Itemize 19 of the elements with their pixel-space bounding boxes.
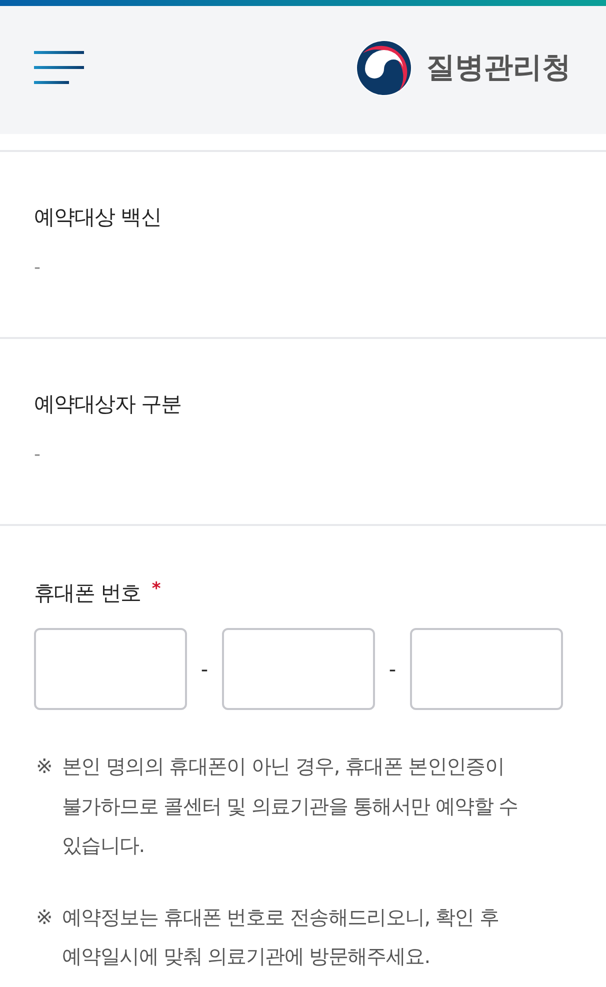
emblem-icon (356, 40, 412, 96)
field-label: 예약대상 백신 (34, 204, 162, 231)
logo-link[interactable]: 질병관리청 (356, 40, 571, 96)
field-label: 휴대폰 번호 (34, 580, 141, 607)
note-text: 예약정보는 휴대폰 번호로 전송해드리오니, 확인 후 예약일시에 맞춰 의료기관에 방문해주세요. (62, 904, 500, 970)
required-mark: * (152, 578, 161, 600)
field-value: - (34, 256, 42, 280)
phone-separator: - (200, 657, 210, 681)
menu-button[interactable] (34, 50, 84, 84)
phone-input-field[interactable] (34, 628, 187, 710)
phone-separator: - (388, 657, 398, 681)
field-label: 예약대상자 구분 (34, 391, 182, 418)
note-mark: ※ (36, 753, 54, 780)
field-value: - (34, 443, 42, 467)
phone-input-field[interactable] (410, 628, 563, 710)
note-mark: ※ (36, 904, 54, 930)
menu-icon (34, 50, 84, 84)
phone-input-field[interactable] (222, 628, 375, 710)
note-text: 본인 명의의 휴대폰이 아닌 경우, 휴대폰 본인인증이 불가하므로 콜센터 및 의료기관을 통해서만 예약할 수 있습니다. (62, 753, 519, 859)
